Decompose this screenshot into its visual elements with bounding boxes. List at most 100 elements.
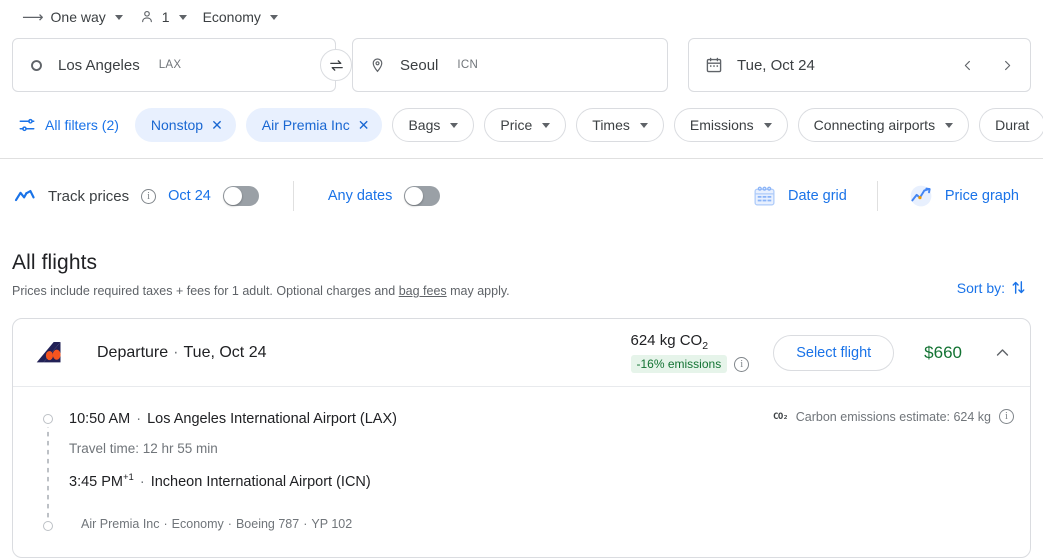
date-grid-label: Date grid — [788, 188, 847, 204]
map-pin-icon — [372, 57, 383, 72]
flight-result-card: Departure · Tue, Oct 24 624 kg CO2 -16% em… — [12, 318, 1031, 558]
arrival-time: 3:45 PM — [69, 473, 123, 490]
emissions-block: 624 kg CO2 -16% emissions i — [630, 332, 750, 373]
filter-chip-airline[interactable]: Air Premia Inc ✕ — [245, 108, 383, 142]
chevron-down-icon — [114, 14, 123, 20]
filter-chip-times[interactable]: Times — [576, 108, 664, 142]
filter-chip-bags[interactable]: Bags — [392, 108, 475, 142]
arrival-airport: Incheon International Airport (ICN) — [150, 473, 371, 490]
close-icon[interactable]: ✕ — [358, 118, 370, 132]
travel-time: Travel time: 12 hr 55 min — [69, 441, 218, 456]
chevron-left-icon — [964, 60, 970, 70]
separator-dot: · — [163, 516, 168, 531]
chevron-down-icon — [639, 122, 648, 128]
close-icon[interactable]: ✕ — [211, 118, 223, 132]
track-date-toggle[interactable] — [222, 186, 259, 206]
departure-time: 10:50 AM — [69, 411, 131, 427]
google-flights-results-page: ⟶ One way 1 Economy Los Angeles LAX Seou… — [0, 0, 1043, 558]
track-prices-label: Track prices — [48, 187, 130, 205]
sort-by-button[interactable]: Sort by: — [957, 279, 1027, 296]
origin-dest-group: Los Angeles LAX Seoul ICN — [12, 38, 668, 92]
co2-amount: 624 kg CO2 — [631, 332, 750, 352]
origin-code: LAX — [158, 59, 182, 71]
chip-label: Emissions — [689, 117, 754, 133]
cabin-class-selector[interactable]: Economy — [195, 2, 286, 32]
chevron-down-icon — [542, 122, 551, 128]
filter-chip-nonstop[interactable]: Nonstop ✕ — [134, 108, 236, 142]
chip-label: Air Premia Inc — [261, 117, 350, 133]
chevron-down-icon — [269, 14, 278, 20]
chevron-up-icon — [996, 349, 1008, 356]
all-filters-label: All filters (2) — [45, 117, 119, 133]
collapse-card-button[interactable] — [990, 341, 1014, 365]
destination-input[interactable]: Seoul ICN — [352, 38, 668, 92]
flight-leg: 10:50 AM · Los Angeles International Airpo… — [35, 409, 1014, 531]
chevron-down-icon — [450, 122, 459, 128]
next-date-button[interactable] — [996, 54, 1018, 76]
select-flight-button[interactable]: Select flight — [773, 334, 895, 371]
chip-label: Price — [500, 117, 533, 133]
tune-filter-icon — [19, 118, 35, 132]
trip-type-selector[interactable]: ⟶ One way — [14, 2, 131, 32]
filter-chip-price[interactable]: Price — [484, 108, 567, 142]
any-dates-toggle[interactable] — [404, 186, 441, 206]
trip-options-bar: ⟶ One way 1 Economy — [0, 0, 1043, 34]
track-prices-group: Track prices i Oct 24 Any dates — [14, 181, 441, 211]
trending-line-icon — [14, 189, 35, 202]
arrival-day-offset: +1 — [123, 472, 134, 483]
select-flight-label: Select flight — [796, 344, 872, 361]
subtitle-post: may apply. — [446, 284, 510, 298]
separator-dot: · — [173, 343, 179, 361]
carbon-estimate-text: Carbon emissions estimate: 624 kg — [795, 409, 991, 424]
departure-airport: Los Angeles International Airport (LAX) — [147, 411, 397, 427]
vertical-divider — [292, 181, 294, 211]
filters-bar: All filters (2) Nonstop ✕ Air Premia Inc… — [0, 92, 1043, 158]
filter-chip-duration[interactable]: Durat — [979, 108, 1043, 142]
results-subtitle: Prices include required taxes + fees for… — [12, 284, 1027, 298]
price-graph-label: Price graph — [944, 188, 1019, 204]
toggle-knob — [405, 187, 424, 205]
calendar-icon — [706, 57, 722, 73]
filter-chip-emissions[interactable]: Emissions — [673, 108, 788, 142]
co2-icon: CO₂ — [773, 411, 788, 422]
passengers-selector[interactable]: 1 — [131, 2, 195, 32]
chevron-down-icon — [178, 14, 187, 20]
cabin-class-label: Economy — [202, 9, 261, 25]
previous-date-button[interactable] — [956, 54, 978, 76]
flight-card-details: 10:50 AM · Los Angeles International Airpo… — [13, 387, 1030, 557]
view-tools-group: Date grid Price graph — [744, 181, 1027, 211]
departure-date-field[interactable]: Tue, Oct 24 — [688, 38, 1031, 92]
sort-arrows-icon — [1012, 281, 1025, 294]
circle-outline-icon — [31, 59, 42, 71]
price-graph-button[interactable]: Price graph — [900, 183, 1027, 209]
separator-dot: · — [303, 516, 308, 531]
bag-fees-link[interactable]: bag fees — [399, 284, 447, 298]
arrow-right-icon: ⟶ — [22, 8, 44, 26]
any-dates-link[interactable]: Any dates — [328, 188, 393, 204]
status-badge: -16% emissions — [630, 355, 728, 373]
track-date-link[interactable]: Oct 24 — [168, 188, 211, 204]
separator-dot: · — [227, 516, 232, 531]
leg-text-block: 10:50 AM · Los Angeles International Airpo… — [61, 409, 1014, 531]
origin-input[interactable]: Los Angeles LAX — [12, 38, 336, 92]
filter-chip-connecting-airports[interactable]: Connecting airports — [797, 108, 970, 142]
departure-date-value: Tue, Oct 24 — [737, 56, 815, 74]
date-grid-button[interactable]: Date grid — [744, 184, 855, 209]
info-icon[interactable]: i — [999, 409, 1014, 424]
departure-label: Departure — [97, 343, 169, 361]
departure-date: Tue, Oct 24 — [183, 343, 267, 361]
info-icon[interactable]: i — [734, 356, 750, 372]
date-grid-icon — [754, 186, 775, 205]
price-graph-icon — [910, 185, 932, 207]
chevron-down-icon — [945, 122, 954, 128]
co2-subscript: 2 — [702, 340, 709, 352]
passengers-count: 1 — [161, 9, 170, 25]
air-premia-tail-logo — [36, 341, 61, 362]
swap-button[interactable] — [320, 49, 352, 81]
info-icon[interactable]: i — [141, 188, 157, 204]
vertical-divider — [876, 181, 878, 211]
flight-card-header[interactable]: Departure · Tue, Oct 24 624 kg CO2 -16% em… — [13, 319, 1030, 387]
sort-by-label: Sort by: — [956, 279, 1005, 296]
all-filters-button[interactable]: All filters (2) — [18, 116, 125, 134]
separator-dot: · — [136, 411, 142, 427]
